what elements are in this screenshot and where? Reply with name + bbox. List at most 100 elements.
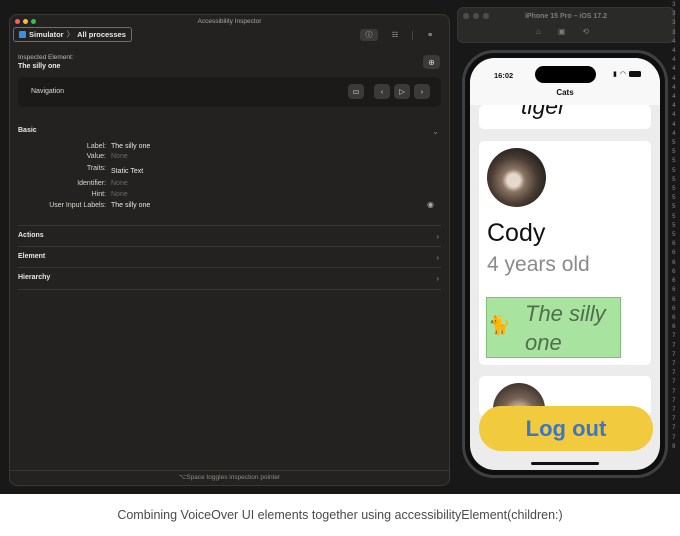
- row-key: User Input Labels:: [49, 202, 106, 209]
- cat-card-label: tiger: [521, 105, 566, 119]
- basic-row-value: Value: None: [10, 153, 449, 163]
- audit-icon[interactable]: ☷: [386, 29, 404, 41]
- line-number: 4: [672, 111, 676, 119]
- navigation-label: Navigation: [31, 88, 65, 95]
- chevron-right-icon: ›: [436, 253, 439, 262]
- row-key: Hint:: [91, 191, 106, 198]
- basic-section-header[interactable]: Basic ⌄: [18, 127, 441, 141]
- line-number: 4: [672, 56, 676, 64]
- line-number: 4: [672, 74, 676, 82]
- line-number: 4: [672, 47, 676, 55]
- screenshot-icon[interactable]: ▣: [558, 27, 566, 36]
- line-number: 6: [672, 323, 676, 331]
- line-number: 5: [672, 185, 676, 193]
- line-number: 6: [672, 240, 676, 248]
- hierarchy-section-header[interactable]: Hierarchy ›: [18, 274, 441, 288]
- line-number: 6: [672, 286, 676, 294]
- row-value: None: [111, 153, 128, 160]
- cat-card-previous: tiger: [479, 105, 651, 129]
- figure-caption: Combining VoiceOver UI elements together…: [0, 494, 680, 524]
- inspection-info-icon[interactable]: ⓘ: [360, 29, 378, 41]
- speech-bubble-icon[interactable]: ▭: [348, 84, 364, 99]
- line-number: 6: [672, 249, 676, 257]
- inspected-element-heading: Inspected Element:: [18, 54, 74, 61]
- line-number: 5: [672, 194, 676, 202]
- play-button[interactable]: ▷: [394, 84, 410, 99]
- line-number: 7: [672, 415, 676, 423]
- previous-element-button[interactable]: ‹: [374, 84, 390, 99]
- line-number: 4: [672, 93, 676, 101]
- simulator-title: iPhone 15 Pro – iOS 17.2: [524, 13, 608, 20]
- rotate-icon[interactable]: ⟲: [582, 27, 589, 36]
- status-time: 16:02: [494, 71, 514, 80]
- cat-age: 4 years old: [487, 253, 590, 276]
- divider: [18, 267, 441, 268]
- inspector-titlebar: Accessibility Inspector Simulator 〉 All …: [10, 15, 449, 45]
- row-value: The silly one: [111, 202, 151, 209]
- divider: [18, 246, 441, 247]
- cat-name: Cody: [487, 219, 546, 247]
- cat-nickname: The silly one: [525, 301, 606, 355]
- target-pointer-icon[interactable]: ⊕: [423, 55, 440, 69]
- line-number: 7: [672, 378, 676, 386]
- settings-sliders-icon[interactable]: ≡: [421, 29, 439, 41]
- chevron-right-icon: ›: [436, 232, 439, 241]
- navigation-title: Cats: [470, 88, 660, 105]
- target-chooser-breadcrumb[interactable]: Simulator 〉 All processes: [13, 27, 132, 42]
- accessibility-highlighted-element[interactable]: 🐈 The silly one: [486, 297, 621, 358]
- cat-card-cody[interactable]: Cody 4 years old 🐈 The silly one: [479, 141, 651, 365]
- row-key: Label:: [86, 143, 106, 150]
- line-number: 4: [672, 37, 676, 45]
- line-number: 6: [672, 304, 676, 312]
- simulator-icon: [19, 31, 26, 38]
- chevron-down-icon: ⌄: [432, 127, 439, 136]
- line-number: 5: [672, 212, 676, 220]
- line-number: 3: [672, 1, 676, 8]
- log-out-button[interactable]: Log out: [479, 406, 653, 451]
- line-number: 8: [672, 442, 676, 450]
- phone-screen: 16:02 ▮ ◠ Cats tiger Cody 4 years old 🐈 …: [470, 58, 660, 470]
- breadcrumb-separator: 〉: [66, 30, 75, 39]
- line-number: 4: [672, 83, 676, 91]
- line-number: 6: [672, 267, 676, 275]
- line-number: 5: [672, 166, 676, 174]
- navigation-panel: Navigation ▭ ‹ ▷ ›: [18, 77, 441, 107]
- line-number: 6: [672, 277, 676, 285]
- line-number: 7: [672, 433, 676, 441]
- actions-section-header[interactable]: Actions ›: [18, 232, 441, 246]
- toolbar-buttons: ⓘ ☷ ≡: [360, 29, 439, 41]
- inspected-element-value: The silly one: [18, 63, 61, 70]
- row-key: Traits:: [86, 165, 106, 172]
- eye-icon[interactable]: ◉: [427, 200, 434, 209]
- line-number: 6: [672, 313, 676, 321]
- basic-section-title: Basic: [18, 127, 37, 134]
- line-number: 3: [672, 28, 676, 36]
- wifi-icon: ◠: [619, 71, 626, 78]
- element-section-header[interactable]: Element ›: [18, 253, 441, 267]
- row-value: None: [111, 191, 128, 198]
- line-number: 5: [672, 231, 676, 239]
- breadcrumb-target: Simulator: [29, 30, 64, 39]
- home-icon[interactable]: ⌂: [536, 27, 541, 36]
- toolbar-divider: [412, 30, 413, 40]
- basic-row-label: Label: The silly one: [10, 143, 449, 153]
- next-element-button[interactable]: ›: [414, 84, 430, 99]
- phone-bezel: 16:02 ▮ ◠ Cats tiger Cody 4 years old 🐈 …: [465, 53, 665, 475]
- simulator-toolbar-icons: ⌂ ▣ ⟲: [536, 27, 589, 36]
- line-number: 7: [672, 387, 676, 395]
- inspector-footer-hint: ⌥Space toggles inspection pointer: [10, 470, 449, 485]
- line-number: 4: [672, 102, 676, 110]
- line-number: 7: [672, 359, 676, 367]
- desktop-stage: Accessibility Inspector Simulator 〉 All …: [0, 0, 680, 494]
- home-indicator: [531, 462, 599, 465]
- hierarchy-section-title: Hierarchy: [18, 274, 51, 281]
- line-number: 5: [672, 175, 676, 183]
- breadcrumb-scope: All processes: [77, 30, 126, 39]
- battery-icon: [629, 71, 641, 77]
- line-number: 3: [672, 19, 676, 27]
- accessibility-inspector-window: Accessibility Inspector Simulator 〉 All …: [9, 14, 450, 486]
- line-number: 7: [672, 405, 676, 413]
- divider: [18, 225, 441, 226]
- line-number: 7: [672, 332, 676, 340]
- line-number: 5: [672, 203, 676, 211]
